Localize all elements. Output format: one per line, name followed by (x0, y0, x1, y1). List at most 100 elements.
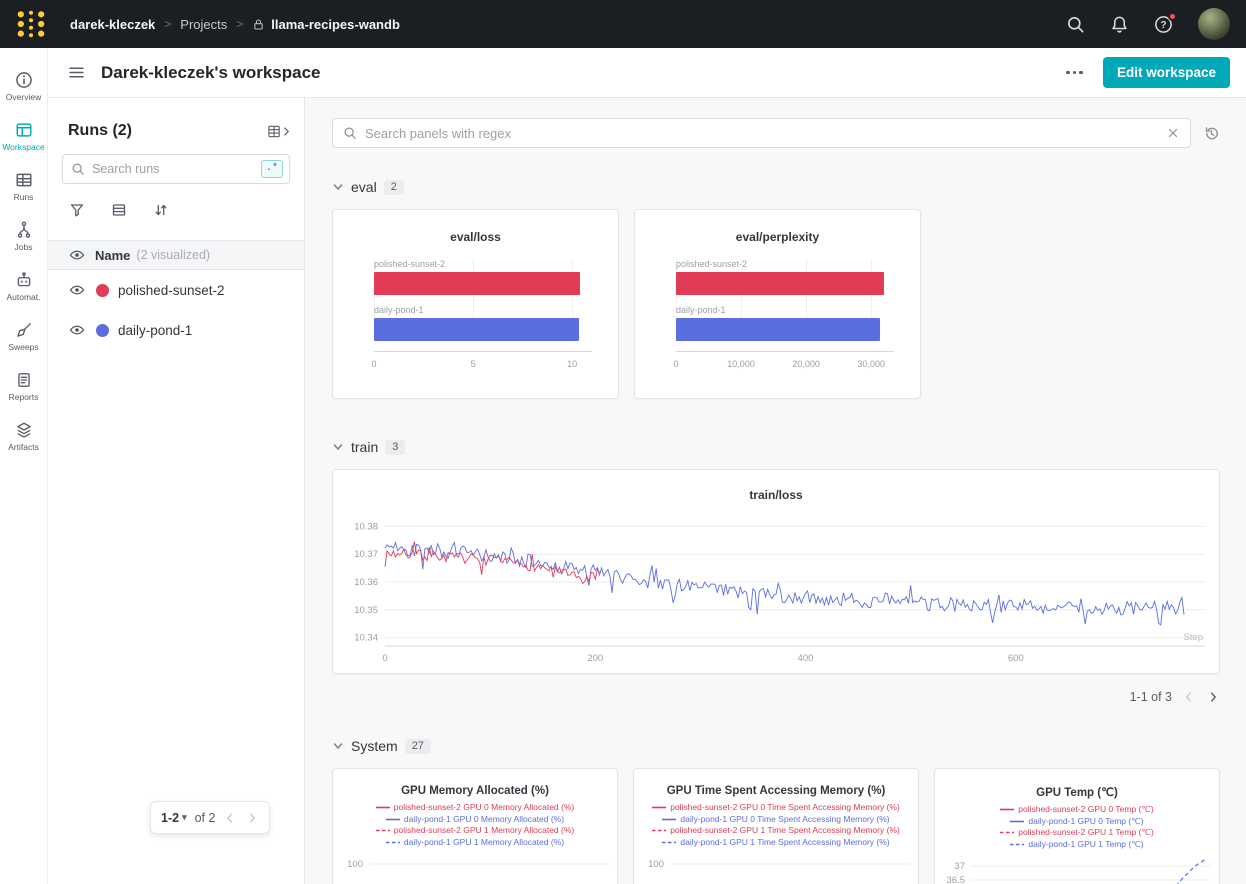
panel-search-input[interactable] (365, 126, 1166, 141)
filter-icon[interactable] (69, 202, 85, 218)
legend-label: polished-sunset-2 GPU 1 Memory Allocated… (394, 825, 574, 837)
section-header-train[interactable]: train 3 (332, 437, 1220, 457)
axis-tick-label: 20,000 (792, 359, 820, 369)
sidebar-item-reports[interactable]: Reports (0, 362, 47, 412)
panel-gpu-time-accessing-memory[interactable]: GPU Time Spent Accessing Memory (%) poli… (633, 768, 919, 884)
info-icon (15, 71, 33, 89)
runs-search[interactable]: .* (62, 154, 290, 184)
avatar[interactable] (1198, 8, 1230, 40)
runs-search-input[interactable] (92, 162, 261, 176)
breadcrumb-user[interactable]: darek-kleczek (70, 17, 155, 32)
sidebar-item-sweeps[interactable]: Sweeps (0, 312, 47, 362)
name-column-header[interactable]: Name (95, 248, 130, 263)
sidebar-item-runs[interactable]: Runs (0, 162, 47, 212)
svg-text:Step: Step (1183, 632, 1203, 643)
sidebar-item-jobs[interactable]: Jobs (0, 212, 47, 262)
prev-page-icon[interactable] (223, 811, 237, 825)
svg-text:100: 100 (347, 859, 363, 870)
runs-toolbar (69, 200, 304, 220)
section-count-badge: 3 (385, 440, 405, 455)
robot-icon (15, 271, 33, 289)
svg-text:600: 600 (1008, 653, 1024, 664)
axis-tick-label: 10 (567, 359, 577, 369)
sidebar-item-overview[interactable]: Overview (0, 62, 47, 112)
run-color-dot (96, 324, 109, 337)
wandb-logo[interactable] (16, 9, 46, 39)
legend-entry: daily-pond-1 GPU 0 Time Spent Accessing … (662, 814, 889, 826)
section-header-system[interactable]: System 27 (332, 736, 1220, 756)
breadcrumb-separator: > (164, 17, 171, 31)
axis-tick-label: 0 (371, 359, 376, 369)
series-polished-sunset-2 (385, 542, 600, 584)
panel-search[interactable] (332, 118, 1191, 148)
expand-runs-table-icon[interactable] (267, 124, 290, 139)
sidebar-item-workspace[interactable]: Workspace (0, 112, 47, 162)
legend-entry: daily-pond-1 GPU 1 Memory Allocated (%) (386, 837, 564, 849)
workspace-icon (15, 121, 33, 139)
svg-text:100: 100 (648, 859, 664, 870)
breadcrumb-project[interactable]: llama-recipes-wandb (271, 17, 400, 32)
run-name[interactable]: polished-sunset-2 (118, 283, 225, 298)
bar-axis: 010,00020,00030,000 (676, 351, 894, 373)
legend-entry: polished-sunset-2 GPU 1 Temp (℃) (1000, 827, 1154, 839)
legend-entry: daily-pond-1 GPU 1 Temp (℃) (1010, 839, 1143, 851)
panel-train-loss[interactable]: 10.3410.3510.3610.3710.380200400600Step … (332, 469, 1220, 674)
panel-eval-loss[interactable]: eval/loss polished-sunset-2 daily-pond-1 0… (332, 209, 619, 399)
bar-series-label: polished-sunset-2 (374, 259, 592, 269)
gpu-time-chart: 100 (634, 855, 920, 884)
svg-text:10.37: 10.37 (354, 549, 378, 560)
overflow-menu-icon[interactable] (1064, 65, 1085, 81)
chevron-down-icon (332, 441, 344, 453)
help-icon[interactable]: ? (1154, 15, 1173, 34)
panel-gpu-temp[interactable]: GPU Temp (℃) polished-sunset-2 GPU 0 Tem… (934, 768, 1220, 884)
regex-toggle-button[interactable]: .* (261, 160, 283, 178)
bar-daily-pond-1 (374, 318, 579, 341)
visualized-count: (2 visualized) (136, 248, 210, 262)
bar-series-label: daily-pond-1 (374, 305, 592, 315)
group-icon[interactable] (111, 202, 127, 218)
run-row-daily-pond-1[interactable]: daily-pond-1 (48, 310, 304, 350)
search-icon[interactable] (1066, 15, 1085, 34)
legend-label: daily-pond-1 GPU 0 Memory Allocated (%) (404, 814, 564, 826)
prev-page-icon[interactable] (1182, 690, 1196, 704)
sort-icon[interactable] (153, 202, 169, 218)
sidebar-item-artifacts[interactable]: Artifacts (0, 412, 47, 462)
breadcrumb-separator: > (236, 17, 243, 31)
visibility-eye-icon[interactable] (69, 247, 85, 263)
page-size-selector[interactable]: 1-2▾ (161, 811, 187, 825)
table-icon (15, 171, 33, 189)
pagination-total: of 2 (195, 811, 216, 825)
run-row-polished-sunset-2[interactable]: polished-sunset-2 (48, 270, 304, 310)
legend-label: polished-sunset-2 GPU 0 Memory Allocated… (394, 802, 574, 814)
legend-entry: polished-sunset-2 GPU 0 Memory Allocated… (376, 802, 574, 814)
edit-workspace-button[interactable]: Edit workspace (1103, 57, 1230, 88)
section-header-eval[interactable]: eval 2 (332, 177, 1220, 197)
breadcrumb-projects[interactable]: Projects (180, 17, 227, 32)
legend-label: polished-sunset-2 GPU 0 Temp (℃) (1018, 804, 1154, 816)
runs-pagination: 1-2▾ of 2 (150, 801, 270, 834)
axis-tick-label: 0 (673, 359, 678, 369)
visibility-eye-icon[interactable] (69, 322, 85, 338)
sidebar-item-automations[interactable]: Automat. (0, 262, 47, 312)
next-page-icon[interactable] (245, 811, 259, 825)
clear-search-icon[interactable] (1166, 126, 1180, 140)
visibility-eye-icon[interactable] (69, 282, 85, 298)
chart-legend: polished-sunset-2 GPU 0 Time Spent Acces… (634, 802, 918, 848)
history-icon[interactable] (1203, 125, 1220, 142)
panel-gpu-memory-allocated[interactable]: GPU Memory Allocated (%) polished-sunset… (332, 768, 618, 884)
train-pagination: 1-1 of 3 (332, 686, 1220, 708)
svg-text:200: 200 (587, 653, 603, 664)
chart-legend: polished-sunset-2 GPU 0 Temp (℃) daily-po… (935, 804, 1219, 850)
workspace-header: Darek-kleczek's workspace Edit workspace (48, 48, 1246, 98)
panel-title: eval/loss (333, 210, 618, 244)
notifications-bell-icon[interactable] (1110, 15, 1129, 34)
svg-text:0: 0 (382, 653, 387, 664)
menu-icon[interactable] (68, 64, 85, 81)
document-icon (15, 371, 33, 389)
run-name[interactable]: daily-pond-1 (118, 323, 192, 338)
next-page-icon[interactable] (1206, 690, 1220, 704)
breadcrumb: darek-kleczek > Projects > llama-recipes… (70, 17, 400, 32)
gpu-temp-chart: 3736.5 (935, 857, 1221, 884)
runs-count-title: Runs (2) (68, 122, 132, 140)
panel-eval-perplexity[interactable]: eval/perplexity polished-sunset-2daily-p… (634, 209, 921, 399)
